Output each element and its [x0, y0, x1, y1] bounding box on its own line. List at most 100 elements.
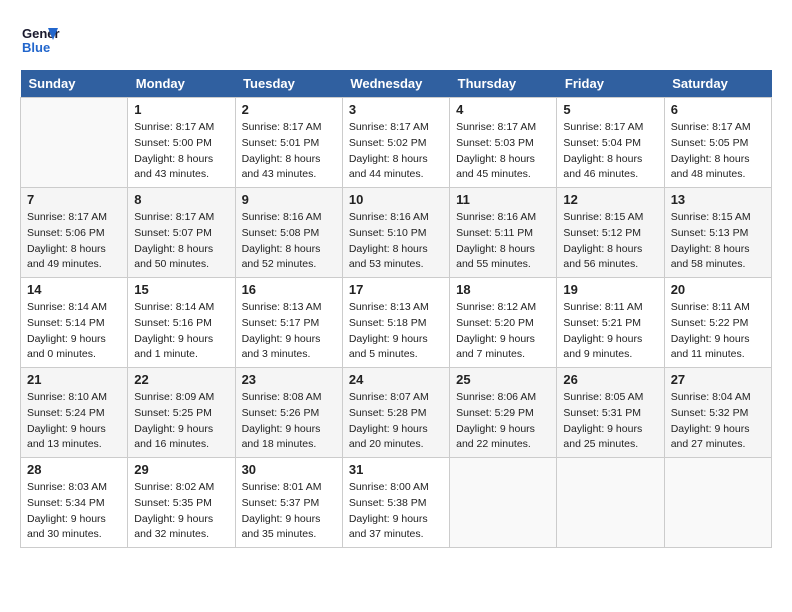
- day-info: Sunrise: 8:06 AMSunset: 5:29 PMDaylight:…: [456, 390, 550, 453]
- calendar-cell: 21 Sunrise: 8:10 AMSunset: 5:24 PMDayligh…: [21, 368, 128, 458]
- column-header-monday: Monday: [128, 70, 235, 98]
- calendar-cell: 3 Sunrise: 8:17 AMSunset: 5:02 PMDaylight…: [342, 98, 449, 188]
- day-info: Sunrise: 8:12 AMSunset: 5:20 PMDaylight:…: [456, 300, 550, 363]
- day-info: Sunrise: 8:14 AMSunset: 5:14 PMDaylight:…: [27, 300, 121, 363]
- calendar-cell: 4 Sunrise: 8:17 AMSunset: 5:03 PMDaylight…: [450, 98, 557, 188]
- day-info: Sunrise: 8:00 AMSunset: 5:38 PMDaylight:…: [349, 480, 443, 543]
- day-info: Sunrise: 8:17 AMSunset: 5:06 PMDaylight:…: [27, 210, 121, 273]
- day-number: 21: [27, 372, 121, 387]
- day-number: 9: [242, 192, 336, 207]
- day-number: 4: [456, 102, 550, 117]
- calendar-cell: [21, 98, 128, 188]
- day-number: 25: [456, 372, 550, 387]
- calendar-cell: 18 Sunrise: 8:12 AMSunset: 5:20 PMDayligh…: [450, 278, 557, 368]
- day-info: Sunrise: 8:01 AMSunset: 5:37 PMDaylight:…: [242, 480, 336, 543]
- calendar-cell: 24 Sunrise: 8:07 AMSunset: 5:28 PMDayligh…: [342, 368, 449, 458]
- logo: General Blue: [20, 20, 60, 60]
- calendar-cell: 10 Sunrise: 8:16 AMSunset: 5:10 PMDayligh…: [342, 188, 449, 278]
- calendar-cell: [450, 458, 557, 548]
- column-header-tuesday: Tuesday: [235, 70, 342, 98]
- day-number: 14: [27, 282, 121, 297]
- day-info: Sunrise: 8:05 AMSunset: 5:31 PMDaylight:…: [563, 390, 657, 453]
- calendar-table: SundayMondayTuesdayWednesdayThursdayFrid…: [20, 70, 772, 548]
- day-info: Sunrise: 8:04 AMSunset: 5:32 PMDaylight:…: [671, 390, 765, 453]
- day-info: Sunrise: 8:16 AMSunset: 5:10 PMDaylight:…: [349, 210, 443, 273]
- day-number: 31: [349, 462, 443, 477]
- calendar-cell: 23 Sunrise: 8:08 AMSunset: 5:26 PMDayligh…: [235, 368, 342, 458]
- calendar-cell: 28 Sunrise: 8:03 AMSunset: 5:34 PMDayligh…: [21, 458, 128, 548]
- day-number: 27: [671, 372, 765, 387]
- day-number: 18: [456, 282, 550, 297]
- week-row-3: 14 Sunrise: 8:14 AMSunset: 5:14 PMDayligh…: [21, 278, 772, 368]
- day-number: 3: [349, 102, 443, 117]
- day-number: 8: [134, 192, 228, 207]
- page-header: General Blue: [20, 20, 772, 60]
- week-row-4: 21 Sunrise: 8:10 AMSunset: 5:24 PMDayligh…: [21, 368, 772, 458]
- day-info: Sunrise: 8:17 AMSunset: 5:01 PMDaylight:…: [242, 120, 336, 183]
- day-info: Sunrise: 8:10 AMSunset: 5:24 PMDaylight:…: [27, 390, 121, 453]
- day-info: Sunrise: 8:09 AMSunset: 5:25 PMDaylight:…: [134, 390, 228, 453]
- calendar-cell: 27 Sunrise: 8:04 AMSunset: 5:32 PMDayligh…: [664, 368, 771, 458]
- day-info: Sunrise: 8:11 AMSunset: 5:22 PMDaylight:…: [671, 300, 765, 363]
- day-number: 10: [349, 192, 443, 207]
- day-info: Sunrise: 8:17 AMSunset: 5:00 PMDaylight:…: [134, 120, 228, 183]
- day-number: 5: [563, 102, 657, 117]
- day-info: Sunrise: 8:16 AMSunset: 5:08 PMDaylight:…: [242, 210, 336, 273]
- day-number: 12: [563, 192, 657, 207]
- day-number: 20: [671, 282, 765, 297]
- day-info: Sunrise: 8:17 AMSunset: 5:07 PMDaylight:…: [134, 210, 228, 273]
- calendar-cell: 30 Sunrise: 8:01 AMSunset: 5:37 PMDayligh…: [235, 458, 342, 548]
- day-number: 23: [242, 372, 336, 387]
- day-number: 24: [349, 372, 443, 387]
- day-number: 15: [134, 282, 228, 297]
- day-number: 7: [27, 192, 121, 207]
- calendar-cell: 16Sunrise: 8:13 AMSunset: 5:17 PMDayligh…: [235, 278, 342, 368]
- day-info: Sunrise: 8:07 AMSunset: 5:28 PMDaylight:…: [349, 390, 443, 453]
- day-number: 11: [456, 192, 550, 207]
- calendar-cell: 19 Sunrise: 8:11 AMSunset: 5:21 PMDayligh…: [557, 278, 664, 368]
- calendar-cell: 7 Sunrise: 8:17 AMSunset: 5:06 PMDaylight…: [21, 188, 128, 278]
- day-info: Sunrise: 8:17 AMSunset: 5:03 PMDaylight:…: [456, 120, 550, 183]
- day-info: Sunrise: 8:11 AMSunset: 5:21 PMDaylight:…: [563, 300, 657, 363]
- calendar-cell: 13Sunrise: 8:15 AMSunset: 5:13 PMDayligh…: [664, 188, 771, 278]
- calendar-cell: 1 Sunrise: 8:17 AMSunset: 5:00 PMDaylight…: [128, 98, 235, 188]
- calendar-cell: 17 Sunrise: 8:13 AMSunset: 5:18 PMDayligh…: [342, 278, 449, 368]
- day-number: 16: [242, 282, 336, 297]
- column-header-sunday: Sunday: [21, 70, 128, 98]
- week-row-2: 7 Sunrise: 8:17 AMSunset: 5:06 PMDaylight…: [21, 188, 772, 278]
- day-info: Sunrise: 8:03 AMSunset: 5:34 PMDaylight:…: [27, 480, 121, 543]
- column-header-wednesday: Wednesday: [342, 70, 449, 98]
- day-number: 28: [27, 462, 121, 477]
- calendar-cell: 5Sunrise: 8:17 AMSunset: 5:04 PMDaylight…: [557, 98, 664, 188]
- column-header-saturday: Saturday: [664, 70, 771, 98]
- calendar-cell: 2 Sunrise: 8:17 AMSunset: 5:01 PMDaylight…: [235, 98, 342, 188]
- day-number: 13: [671, 192, 765, 207]
- svg-text:Blue: Blue: [22, 40, 50, 55]
- calendar-cell: 20 Sunrise: 8:11 AMSunset: 5:22 PMDayligh…: [664, 278, 771, 368]
- day-info: Sunrise: 8:13 AMSunset: 5:18 PMDaylight:…: [349, 300, 443, 363]
- calendar-cell: 14 Sunrise: 8:14 AMSunset: 5:14 PMDayligh…: [21, 278, 128, 368]
- calendar-cell: 15Sunrise: 8:14 AMSunset: 5:16 PMDayligh…: [128, 278, 235, 368]
- header-row: SundayMondayTuesdayWednesdayThursdayFrid…: [21, 70, 772, 98]
- calendar-cell: 26 Sunrise: 8:05 AMSunset: 5:31 PMDayligh…: [557, 368, 664, 458]
- day-number: 2: [242, 102, 336, 117]
- day-number: 30: [242, 462, 336, 477]
- day-number: 26: [563, 372, 657, 387]
- day-number: 19: [563, 282, 657, 297]
- calendar-cell: 9 Sunrise: 8:16 AMSunset: 5:08 PMDaylight…: [235, 188, 342, 278]
- day-info: Sunrise: 8:15 AMSunset: 5:12 PMDaylight:…: [563, 210, 657, 273]
- calendar-cell: 11Sunrise: 8:16 AMSunset: 5:11 PMDayligh…: [450, 188, 557, 278]
- day-info: Sunrise: 8:17 AMSunset: 5:02 PMDaylight:…: [349, 120, 443, 183]
- calendar-cell: 31 Sunrise: 8:00 AMSunset: 5:38 PMDayligh…: [342, 458, 449, 548]
- calendar-cell: [664, 458, 771, 548]
- day-info: Sunrise: 8:17 AMSunset: 5:05 PMDaylight:…: [671, 120, 765, 183]
- day-number: 1: [134, 102, 228, 117]
- day-info: Sunrise: 8:08 AMSunset: 5:26 PMDaylight:…: [242, 390, 336, 453]
- day-number: 6: [671, 102, 765, 117]
- day-info: Sunrise: 8:02 AMSunset: 5:35 PMDaylight:…: [134, 480, 228, 543]
- day-number: 29: [134, 462, 228, 477]
- day-number: 17: [349, 282, 443, 297]
- calendar-cell: 25 Sunrise: 8:06 AMSunset: 5:29 PMDayligh…: [450, 368, 557, 458]
- week-row-1: 1 Sunrise: 8:17 AMSunset: 5:00 PMDaylight…: [21, 98, 772, 188]
- calendar-cell: 22Sunrise: 8:09 AMSunset: 5:25 PMDayligh…: [128, 368, 235, 458]
